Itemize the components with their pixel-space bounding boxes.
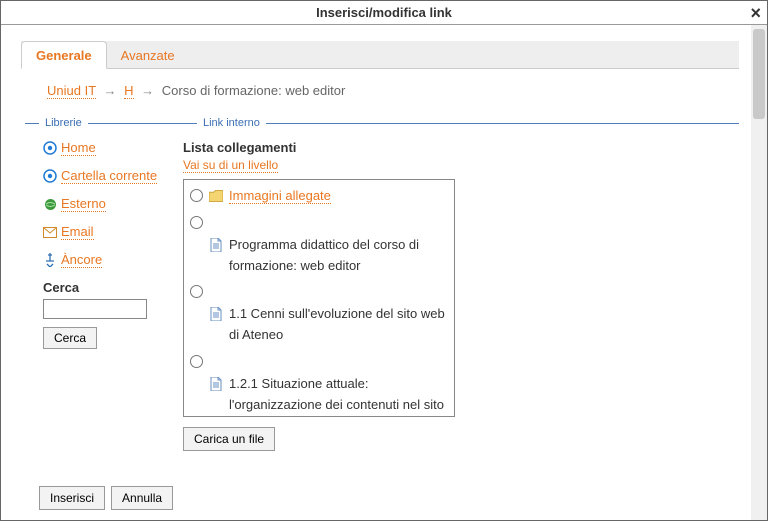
library-home[interactable]: Home <box>43 140 183 156</box>
list-item-radio[interactable] <box>190 189 203 202</box>
list-item-label[interactable]: Programma didattico del corso di formazi… <box>229 237 419 273</box>
list-item[interactable] <box>190 352 448 368</box>
folder-icon <box>209 189 223 203</box>
breadcrumb-sep: → <box>104 83 117 98</box>
anchor-icon <box>43 253 57 267</box>
breadcrumb-root[interactable]: Uniud IT <box>47 83 96 99</box>
libraries-legend: Librerie <box>25 116 183 130</box>
list-item[interactable]: 1.2.1 Situazione attuale: l'organizzazio… <box>190 374 448 417</box>
library-external[interactable]: Esterno <box>43 196 183 212</box>
list-item-radio[interactable] <box>190 285 203 298</box>
link-listbox[interactable]: Immagini allegate Programma didattico de… <box>183 179 455 417</box>
library-email-label[interactable]: Email <box>61 224 94 240</box>
dialog-body: Generale Avanzate Uniud IT → H → Corso d… <box>1 25 767 520</box>
link-interno-legend: Link interno <box>183 116 739 130</box>
link-interno-column: Link interno Lista collegamenti Vai su d… <box>183 116 739 451</box>
upload-file-button[interactable]: Carica un file <box>183 427 275 451</box>
home-icon <box>43 141 57 155</box>
cancel-button[interactable]: Annulla <box>111 486 173 510</box>
listing-title: Lista collegamenti <box>183 140 739 155</box>
library-current-folder-label[interactable]: Cartella corrente <box>61 168 157 184</box>
list-item[interactable]: Immagini allegate <box>190 186 448 207</box>
list-item[interactable]: Programma didattico del corso di formazi… <box>190 235 448 277</box>
libraries-column: Librerie Home Cartella corrente <box>25 116 183 451</box>
tab-advanced[interactable]: Avanzate <box>107 42 189 68</box>
libraries-list: Home Cartella corrente Esterno <box>25 140 183 268</box>
folder-target-icon <box>43 169 57 183</box>
list-item-label[interactable]: 1.2.1 Situazione attuale: l'organizzazio… <box>229 376 444 417</box>
document-icon <box>209 307 223 321</box>
tab-bar: Generale Avanzate <box>21 41 739 69</box>
close-icon[interactable]: × <box>750 1 761 25</box>
library-email[interactable]: Email <box>43 224 183 240</box>
library-current-folder[interactable]: Cartella corrente <box>43 168 183 184</box>
list-item-label[interactable]: 1.1 Cenni sull'evoluzione del sito web d… <box>229 306 445 342</box>
go-up-link[interactable]: Vai su di un livello <box>183 158 278 173</box>
document-icon <box>209 377 223 391</box>
breadcrumb-mid[interactable]: H <box>124 83 133 99</box>
library-external-label[interactable]: Esterno <box>61 196 106 212</box>
dialog-titlebar: Inserisci/modifica link × <box>1 1 767 25</box>
tab-general[interactable]: Generale <box>21 41 107 69</box>
libraries-legend-label: Librerie <box>39 117 88 129</box>
library-home-label[interactable]: Home <box>61 140 96 156</box>
dialog-title: Inserisci/modifica link <box>316 5 452 20</box>
list-item[interactable] <box>190 213 448 229</box>
breadcrumb-current: Corso di formazione: web editor <box>162 83 346 98</box>
breadcrumb-sep: → <box>141 83 154 98</box>
link-interno-legend-label: Link interno <box>197 117 266 129</box>
list-item[interactable] <box>190 282 448 298</box>
content-columns: Librerie Home Cartella corrente <box>25 116 739 451</box>
search-label: Cerca <box>43 280 183 295</box>
list-item[interactable]: 1.1 Cenni sull'evoluzione del sito web d… <box>190 304 448 346</box>
list-item-radio[interactable] <box>190 355 203 368</box>
dialog-footer: Inserisci Annulla <box>39 486 173 510</box>
breadcrumb: Uniud IT → H → Corso di formazione: web … <box>47 83 739 98</box>
insert-button[interactable]: Inserisci <box>39 486 105 510</box>
globe-icon <box>43 197 57 211</box>
search-input[interactable] <box>43 299 147 319</box>
library-anchors[interactable]: Àncore <box>43 252 183 268</box>
document-icon <box>209 238 223 252</box>
list-item-label[interactable]: Immagini allegate <box>229 188 331 204</box>
link-dialog: Inserisci/modifica link × Generale Avanz… <box>0 0 768 521</box>
email-icon <box>43 225 57 239</box>
library-anchors-label[interactable]: Àncore <box>61 252 102 268</box>
list-item-radio[interactable] <box>190 216 203 229</box>
search-button[interactable]: Cerca <box>43 327 97 349</box>
